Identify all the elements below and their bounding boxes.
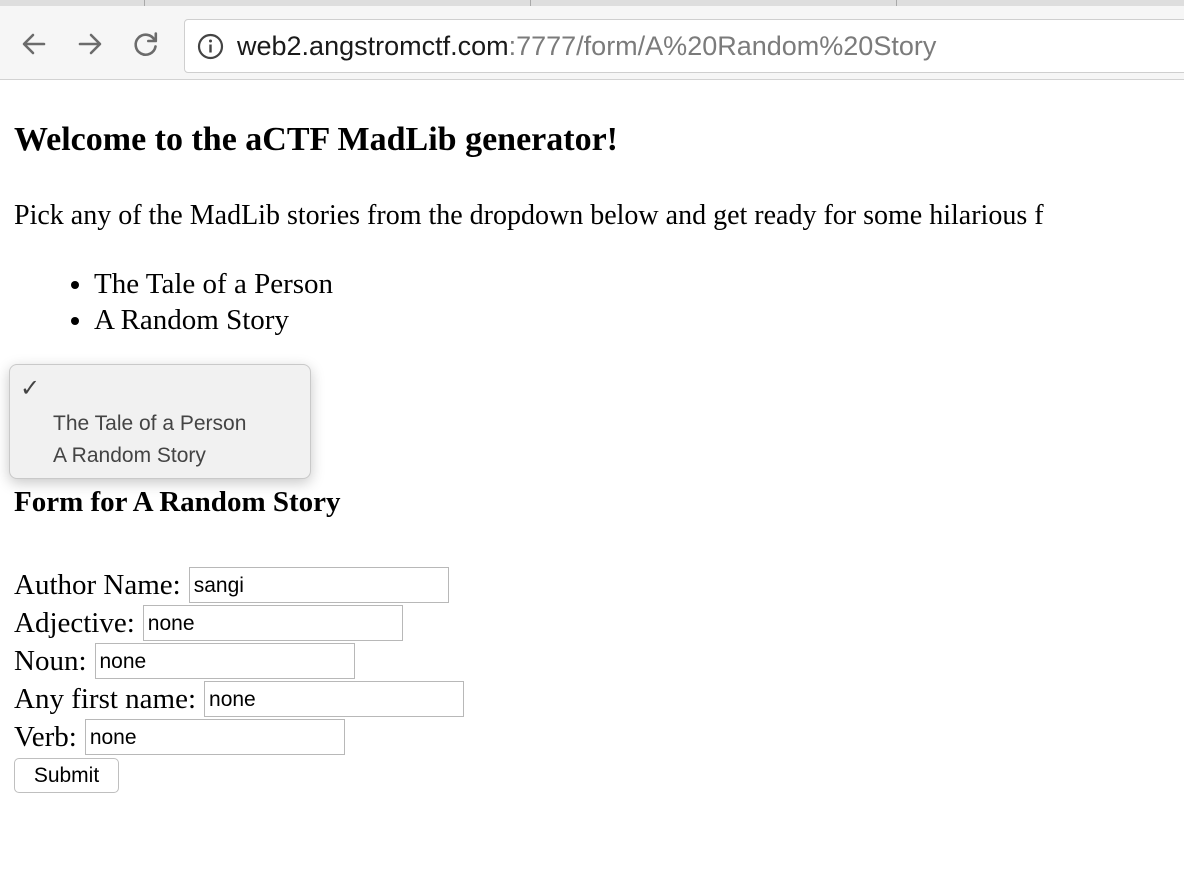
form-title: Form for A Random Story <box>14 486 341 518</box>
field-label: Any first name: <box>14 682 197 715</box>
dropdown-option[interactable]: The Tale of a Person <box>10 408 310 440</box>
arrow-left-icon <box>22 33 46 55</box>
verb-input[interactable] <box>84 719 345 755</box>
noun-input[interactable] <box>94 643 355 679</box>
form-row-adjective: Adjective: <box>14 604 403 642</box>
url-host: web2.angstromctf.com <box>237 31 509 61</box>
forward-button[interactable] <box>74 28 106 60</box>
field-label: Adjective: <box>14 606 135 639</box>
page-title: Welcome to the aCTF MadLib generator! <box>14 121 618 158</box>
form-row-verb: Verb: <box>14 718 345 756</box>
author-name-input[interactable] <box>188 567 449 603</box>
url-path: :7777/form/A%20Random%20Story <box>508 31 937 61</box>
arrow-right-icon <box>78 33 102 55</box>
form-row-first-name: Any first name: <box>14 680 465 718</box>
dropdown-option[interactable]: A Random Story <box>10 440 310 472</box>
form-row-author-name: Author Name: <box>14 566 449 604</box>
back-button[interactable] <box>18 28 50 60</box>
reload-button[interactable] <box>130 28 162 60</box>
reload-icon <box>134 32 158 56</box>
dropdown-option-blank[interactable]: ✓ <box>10 373 310 405</box>
form-row-noun: Noun: <box>14 642 355 680</box>
dropdown-option-label: The Tale of a Person <box>53 412 247 435</box>
address-bar[interactable]: web2.angstromctf.com:7777/form/A%20Rando… <box>184 19 1184 73</box>
field-label: Verb: <box>14 720 77 753</box>
info-icon[interactable] <box>197 33 224 60</box>
field-label: Author Name: <box>14 568 181 601</box>
browser-toolbar: web2.angstromctf.com:7777/form/A%20Rando… <box>0 6 1184 80</box>
url-text: web2.angstromctf.com:7777/form/A%20Rando… <box>237 20 936 72</box>
adjective-input[interactable] <box>142 605 403 641</box>
submit-button[interactable]: Submit <box>14 758 119 793</box>
story-select-dropdown[interactable]: ✓ The Tale of a Person A Random Story <box>9 364 311 479</box>
list-item: The Tale of a Person <box>94 266 333 302</box>
first-name-input[interactable] <box>204 681 465 717</box>
checkmark-icon: ✓ <box>20 375 41 402</box>
list-item: A Random Story <box>94 302 333 338</box>
story-list: The Tale of a Person A Random Story <box>14 266 333 338</box>
dropdown-option-label: A Random Story <box>53 444 206 467</box>
field-label: Noun: <box>14 644 87 677</box>
intro-text: Pick any of the MadLib stories from the … <box>14 200 1044 231</box>
